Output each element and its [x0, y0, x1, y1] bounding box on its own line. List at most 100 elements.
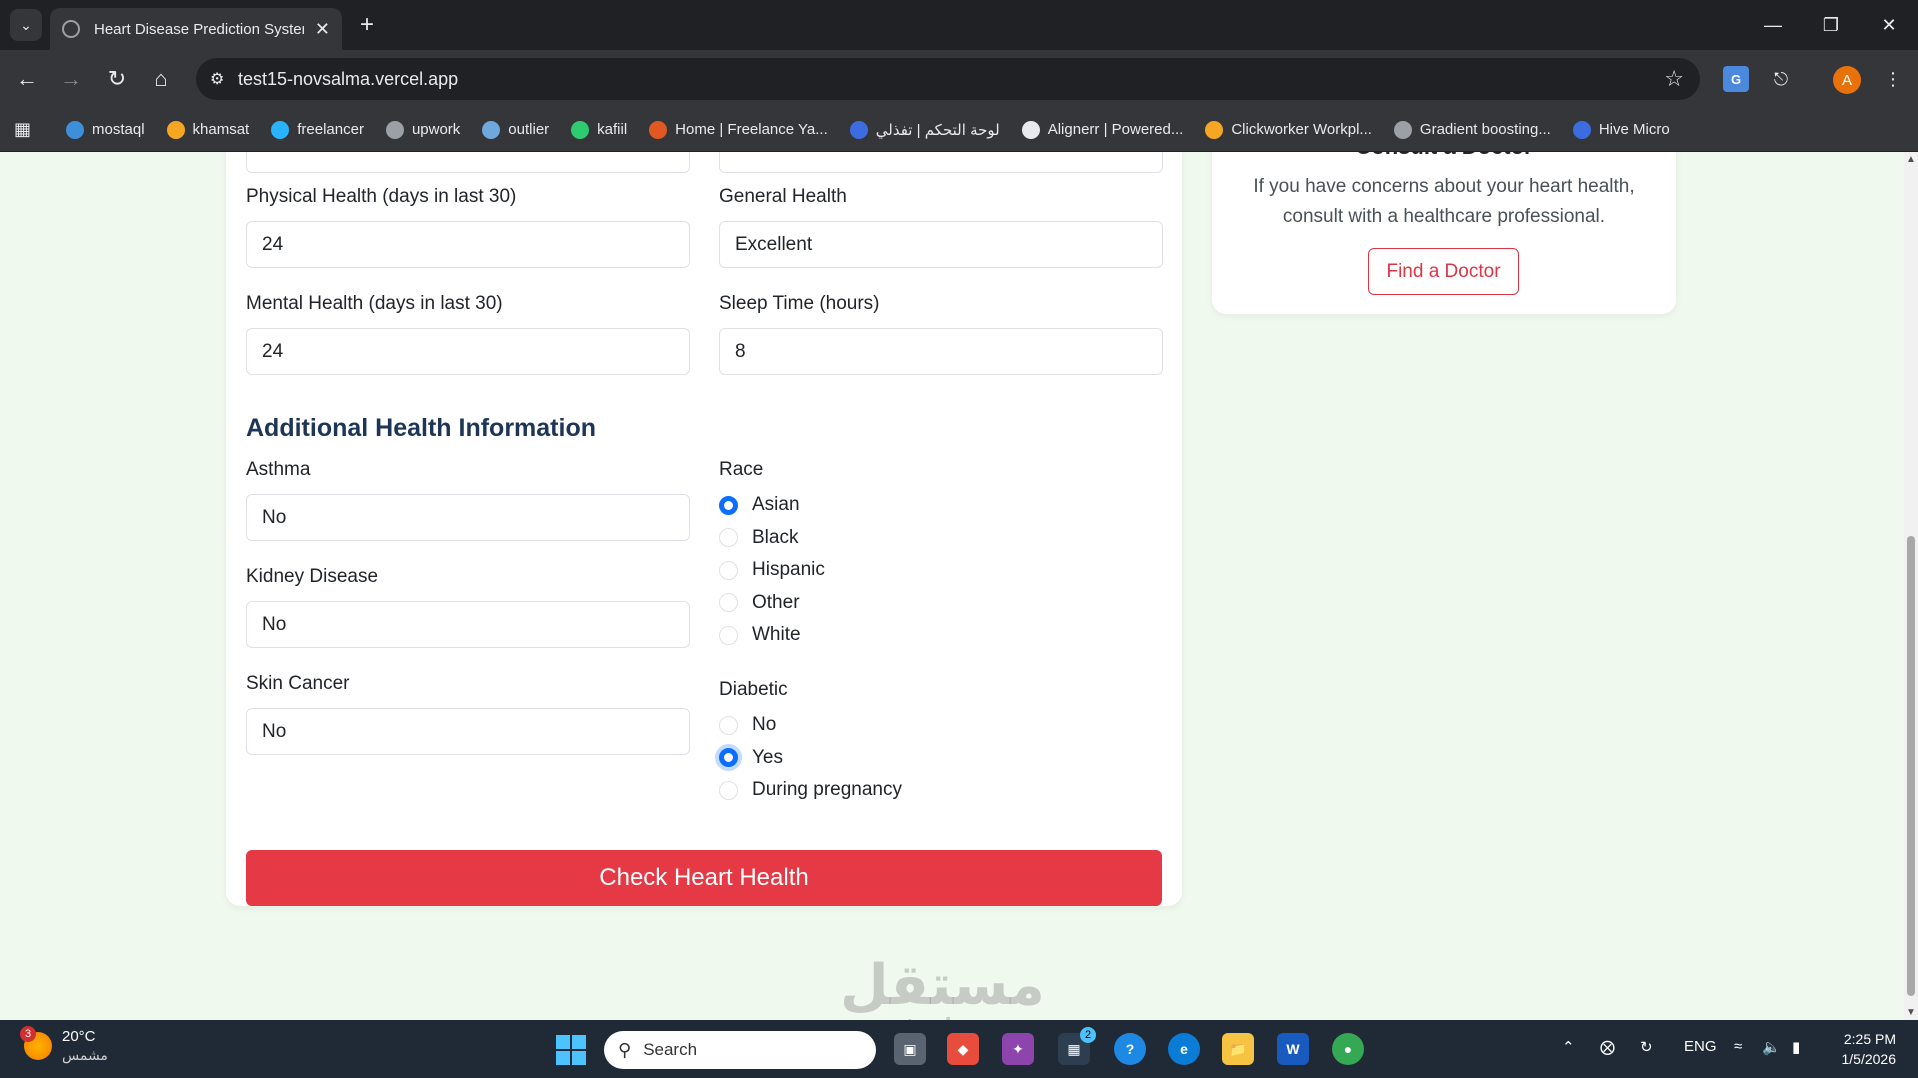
task-view-icon[interactable]: ▣ [894, 1033, 926, 1065]
bookmark-item[interactable]: outlier [482, 120, 550, 139]
tab-search-button[interactable]: ⌄ [10, 9, 42, 41]
radio-option[interactable]: During pregnancy [719, 779, 902, 801]
radio-option[interactable]: Yes [719, 747, 783, 769]
help-icon[interactable]: ? [1114, 1033, 1146, 1065]
minimize-icon[interactable]: — [1744, 0, 1802, 50]
check-heart-health-button[interactable]: Check Heart Health [246, 850, 1162, 906]
radio-button[interactable] [719, 748, 738, 767]
bookmarks-bar: ▦ mostaql khamsat freelancer upwork outlier k… [0, 108, 1918, 152]
bookmark-label: mostaql [92, 121, 145, 138]
scrollbar-thumb[interactable] [1907, 536, 1915, 996]
bookmark-item[interactable]: Alignerr | Powered... [1021, 120, 1183, 139]
close-window-icon[interactable]: ✕ [1860, 0, 1918, 50]
radio-option[interactable]: Hispanic [719, 559, 825, 581]
scroll-up-icon[interactable]: ▲ [1906, 154, 1916, 165]
bookmark-item[interactable]: kafiil [571, 120, 627, 139]
bookmark-favicon-icon [1205, 120, 1224, 139]
bookmark-label: Clickworker Workpl... [1231, 121, 1372, 138]
radio-button[interactable] [719, 495, 738, 515]
bookmark-item[interactable]: لوحة التحكم | تفذلي [849, 120, 1000, 139]
bookmark-item[interactable]: Hive Micro [1572, 120, 1670, 139]
radio-button[interactable] [719, 593, 738, 612]
sync-icon[interactable]: ↻ [1640, 1038, 1653, 1056]
radio-button[interactable] [719, 715, 738, 735]
camera-off-icon[interactable]: ⨂ [1600, 1038, 1615, 1056]
site-info-icon[interactable]: ⚙ [210, 69, 238, 89]
mental-health-input[interactable]: 24 [246, 328, 690, 375]
profile-avatar[interactable]: A [1833, 66, 1861, 94]
physical-health-input[interactable]: 24 [246, 221, 690, 268]
asthma-select[interactable]: No [246, 494, 690, 541]
bookmark-label: outlier [508, 121, 550, 138]
start-button[interactable] [556, 1035, 586, 1065]
asthma-label: Asthma [246, 459, 311, 480]
language-indicator[interactable]: ENG [1684, 1038, 1717, 1055]
skin-cancer-select[interactable]: No [246, 708, 690, 755]
partial-input-right[interactable] [719, 152, 1163, 173]
tab-title: Heart Disease Prediction System [94, 20, 304, 38]
bookmark-favicon-icon [385, 120, 404, 139]
partial-input-left[interactable] [246, 152, 690, 173]
weather-temperature: 20°C [62, 1028, 96, 1045]
radio-option[interactable]: White [719, 624, 801, 646]
extensions-icon[interactable]: ⎋ [1768, 66, 1794, 92]
bookmark-star-icon[interactable]: ☆ [1664, 66, 1684, 92]
apps-grid-icon[interactable]: ▦ [14, 119, 36, 140]
address-bar[interactable]: ⚙ test15-novsalma.vercel.app ☆ [196, 58, 1700, 100]
new-tab-button[interactable]: + [352, 10, 382, 40]
radio-option[interactable]: Other [719, 592, 800, 614]
radio-button[interactable] [719, 560, 738, 580]
edge-icon[interactable]: e [1168, 1033, 1200, 1065]
close-icon[interactable]: ✕ [315, 19, 330, 40]
bookmark-item[interactable]: khamsat [166, 120, 249, 139]
system-clock[interactable]: 2:25 PM 1/5/2026 [1842, 1029, 1897, 1069]
bookmark-favicon-icon [849, 120, 868, 139]
radio-button[interactable] [719, 625, 738, 645]
bookmark-item[interactable]: Home | Freelance Ya... [649, 120, 828, 139]
bookmark-item[interactable]: Gradient boosting... [1393, 120, 1551, 139]
bookmark-favicon-icon [649, 120, 668, 139]
radio-option[interactable]: Black [719, 527, 798, 549]
general-health-select[interactable]: Excellent [719, 221, 1163, 268]
bookmark-label: freelancer [297, 121, 364, 138]
translate-icon[interactable]: G [1723, 66, 1749, 92]
radio-option[interactable]: Asian [719, 494, 800, 516]
restore-icon[interactable]: ❐ [1802, 0, 1860, 50]
bookmark-item[interactable]: freelancer [271, 120, 364, 139]
word-icon[interactable]: W [1277, 1033, 1309, 1065]
chrome-icon[interactable]: ● [1332, 1033, 1364, 1065]
radio-button[interactable] [719, 780, 738, 800]
bookmark-item[interactable]: Clickworker Workpl... [1205, 120, 1372, 139]
page-scrollbar[interactable]: ▲ ▼ [1904, 152, 1918, 1020]
store-icon[interactable]: ▦ 2 [1058, 1027, 1096, 1065]
battery-icon[interactable]: ▮ [1792, 1038, 1800, 1056]
taskbar-search[interactable]: ⚲ Search [604, 1031, 876, 1069]
bookmark-favicon-icon [482, 120, 501, 139]
browser-tab-active[interactable]: Heart Disease Prediction System ✕ [50, 8, 342, 50]
volume-icon[interactable]: 🔈 [1762, 1038, 1781, 1056]
app-red-icon[interactable]: ◆ [947, 1033, 979, 1065]
weather-widget[interactable]: 3 20°C مشمس [20, 1026, 108, 1064]
sleep-time-label: Sleep Time (hours) [719, 293, 880, 314]
sleep-time-input[interactable]: 8 [719, 328, 1163, 375]
bookmark-item[interactable]: mostaql [66, 120, 145, 139]
clock-date: 1/5/2026 [1841, 1051, 1897, 1067]
watermark-url: mostaql.com [852, 1012, 1012, 1020]
scroll-down-icon[interactable]: ▼ [1906, 1007, 1916, 1018]
radio-button[interactable] [719, 528, 738, 547]
wifi-icon[interactable]: ≈ [1734, 1038, 1742, 1055]
find-doctor-button[interactable]: Find a Doctor [1368, 248, 1519, 295]
file-explorer-icon[interactable]: 📁 [1222, 1033, 1254, 1065]
bookmark-label: Gradient boosting... [1419, 121, 1551, 138]
bookmark-item[interactable]: upwork [385, 120, 460, 139]
tray-chevron-icon[interactable]: ⌃ [1562, 1038, 1575, 1056]
reload-icon[interactable]: ↻ [102, 64, 132, 94]
home-icon[interactable]: ⌂ [146, 64, 176, 94]
back-icon[interactable]: ← [12, 64, 42, 94]
copilot-icon[interactable]: ✦ [1002, 1033, 1034, 1065]
bookmark-favicon-icon [571, 120, 590, 139]
forward-icon[interactable]: → [56, 64, 86, 94]
kidney-disease-select[interactable]: No [246, 601, 690, 648]
menu-dots-icon[interactable]: ⋮ [1880, 66, 1906, 92]
radio-option[interactable]: No [719, 714, 776, 736]
